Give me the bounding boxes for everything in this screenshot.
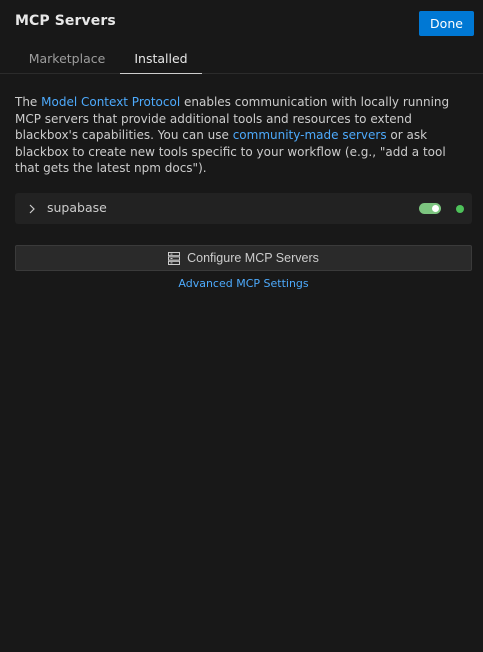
server-stack-icon	[168, 251, 181, 265]
community-servers-link[interactable]: community-made servers	[233, 128, 387, 142]
configure-mcp-servers-button[interactable]: Configure MCP Servers	[15, 245, 472, 271]
mcp-servers-panel: MCP Servers Done Marketplace Installed T…	[0, 0, 483, 652]
tab-marketplace[interactable]: Marketplace	[15, 44, 119, 73]
configure-label: Configure MCP Servers	[187, 251, 319, 265]
panel-header: MCP Servers Done	[0, 0, 483, 44]
advanced-mcp-settings-link[interactable]: Advanced MCP Settings	[0, 277, 483, 291]
server-status-dot	[456, 205, 464, 213]
server-enabled-toggle[interactable]	[419, 203, 441, 214]
toggle-knob	[432, 205, 439, 212]
tab-bar: Marketplace Installed	[0, 44, 483, 74]
model-context-protocol-link[interactable]: Model Context Protocol	[41, 95, 180, 109]
page-title: MCP Servers	[15, 13, 116, 29]
description-text: The	[15, 95, 42, 109]
mcp-description: The Model Context Protocol enables commu…	[15, 94, 473, 177]
tab-installed[interactable]: Installed	[120, 44, 202, 74]
server-name: supabase	[47, 200, 107, 215]
done-button[interactable]: Done	[419, 11, 474, 36]
server-row[interactable]: supabase	[15, 193, 472, 224]
chevron-right-icon[interactable]	[26, 201, 38, 215]
